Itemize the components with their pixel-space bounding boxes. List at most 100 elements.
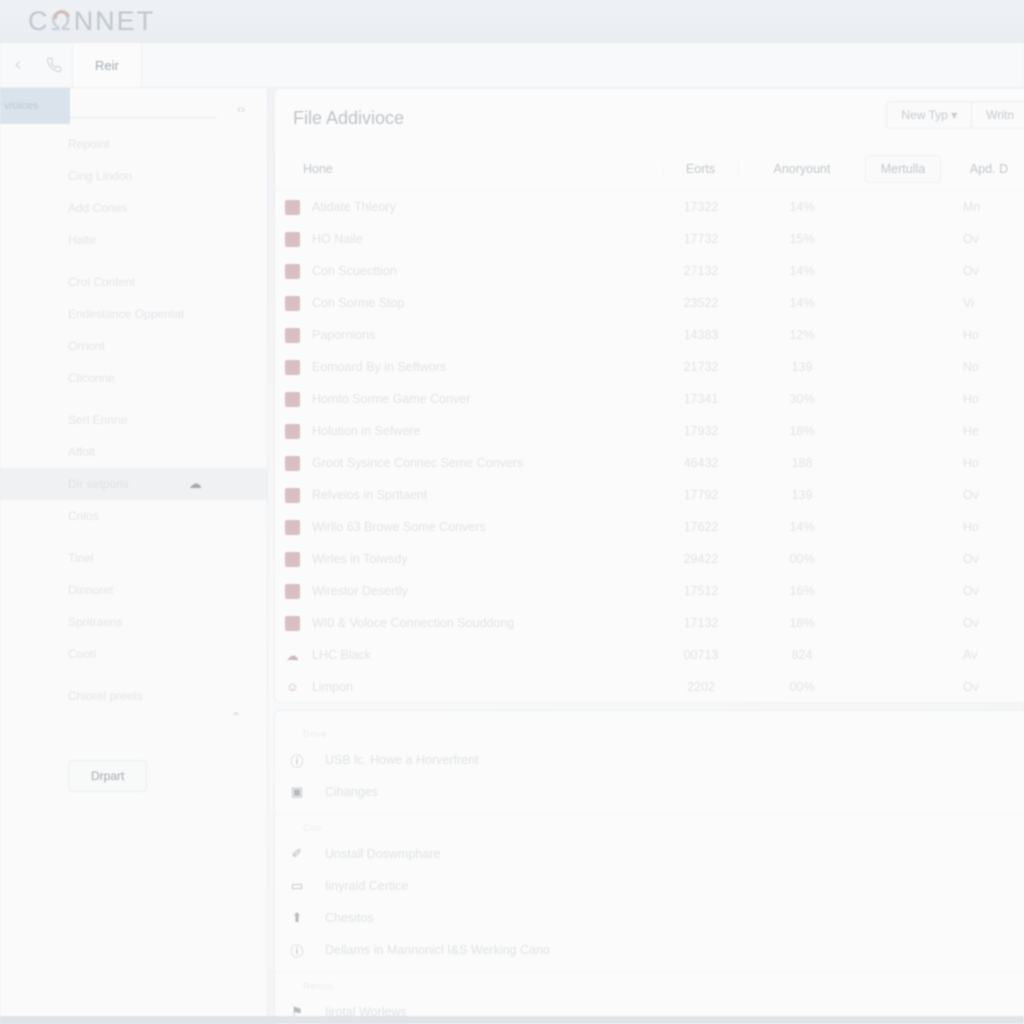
row-label: Limpon [312, 680, 353, 694]
color-swatch-icon [285, 327, 300, 343]
list-item-label: Cihanges [325, 785, 378, 799]
sidebar-item-12[interactable]: Tinel [0, 542, 267, 574]
write-button[interactable]: Writn [971, 101, 1024, 129]
table-row[interactable]: HO Naile 17732 15% Ov [275, 223, 1024, 255]
sidebar-selected-chip[interactable]: v/oices [0, 88, 70, 124]
list-sections: Dove ⓘ USB lc. Howe a Horverfrent ▣ Cihanges… [275, 721, 1024, 1024]
list-item[interactable]: ⬆ Chesitos [275, 902, 1024, 934]
sidebar-collapse-icon[interactable]: ‹› [237, 102, 245, 116]
color-swatch-icon [285, 423, 300, 439]
row-label: Eomoard By in Seftwors [312, 360, 447, 374]
chevron-up-icon[interactable]: ⌃ [231, 710, 241, 724]
sidebar-item-label: Serl Ennne [68, 413, 128, 427]
sidebar-item-label: Add Cones [68, 201, 128, 215]
table-row[interactable]: Wirllo 63 Browe Some Convers 17622 14% Ho [275, 511, 1024, 543]
cell-c2: 18% [789, 424, 815, 438]
table-row[interactable]: Papornions 14383 12% Ho [275, 319, 1024, 351]
list-item[interactable]: ✐ Unstall Doswmphare [275, 838, 1024, 870]
sidebar-item-label: Dir setporls [68, 477, 129, 491]
table-row[interactable]: Atidate Thleory 17322 14% Mn [275, 191, 1024, 223]
sidebar-item-11[interactable]: Cnlos [0, 500, 267, 532]
sidebar-item-16[interactable]: Chiorel preets [0, 680, 267, 712]
cell-c4: Ov [963, 552, 979, 566]
tab-reir[interactable]: Reir [72, 43, 142, 87]
sidebar: v/oices ‹› Repoint Cing Lindon Add Cones Ha… [0, 88, 268, 1024]
color-swatch-icon [285, 231, 300, 247]
sidebar-item-6[interactable]: Ornont [0, 330, 267, 362]
color-swatch-icon [285, 359, 300, 375]
column-header-apd-d[interactable]: Apd. D [941, 162, 1021, 176]
app-logo[interactable]: C Ω NNET [28, 6, 155, 37]
cell-c1: 2202 [687, 680, 715, 694]
cell-name: Con Scuecttion [275, 263, 663, 279]
cell-c1: 00713 [683, 648, 719, 662]
sidebar-item-1[interactable]: Cing Lindon [0, 160, 267, 192]
list-item[interactable]: ▣ Cihanges [275, 776, 1024, 808]
table-row[interactable]: Holution in Sefwere 17932 18% He [275, 415, 1024, 447]
app-window: C Ω NNET Reir v/oices ‹› Repoint Cing Li… [0, 0, 1024, 1024]
row-label: Groot Sysince Connec Seme Convers [312, 456, 524, 470]
table-row[interactable]: WI0 & Voloce Connection Souddong 17132 18%… [275, 607, 1024, 639]
table-row[interactable]: Eomoard By in Seftwors 21732 139 No [275, 351, 1024, 383]
cell-name: Eomoard By in Seftwors [275, 359, 663, 375]
cloud-icon: ☁ [286, 648, 299, 663]
table-row[interactable]: Wirestor Desertly 17512 16% Ov [275, 575, 1024, 607]
table-row[interactable]: ☁ LHC Black 00713 824 Av [275, 639, 1024, 671]
list-item[interactable]: ⓘ USB lc. Howe a Horverfrent [275, 744, 1024, 776]
sidebar-item-14[interactable]: Spritraens [0, 606, 267, 638]
table-row[interactable]: Homto Sorme Game Conver 17341 30% Ho [275, 383, 1024, 415]
table-row[interactable]: Groot Sysince Connec Seme Convers 46432 18… [275, 447, 1024, 479]
cell-c2: 15% [789, 232, 815, 246]
table-row[interactable]: Con Scuecttion 27132 14% Ov [275, 255, 1024, 287]
cell-c4: Ov [963, 616, 979, 630]
sidebar-item-8[interactable]: Serl Ennne [0, 404, 267, 436]
table-row[interactable]: Con Sorme Stop 23522 14% Vi [275, 287, 1024, 319]
sidebar-item-label: Repoint [68, 137, 110, 151]
row-label: Holution in Sefwere [312, 424, 421, 438]
cell-c4: Ho [963, 392, 979, 406]
pen-icon: ✐ [291, 846, 303, 861]
sidebar-selected-chip-label: v/oices [4, 100, 39, 112]
cell-c4: Ov [963, 488, 979, 502]
tab-label: Reir [95, 57, 119, 73]
cell-name: Homto Sorme Game Conver [275, 391, 663, 407]
cell-c1: 46432 [683, 456, 719, 470]
table-row[interactable]: ☺ Limpon 2202 00% Ov [275, 671, 1024, 702]
cell-c2: 00% [789, 680, 815, 694]
list-item-label: Unstall Doswmphare [325, 847, 441, 861]
sidebar-item-0[interactable]: Repoint [0, 128, 267, 160]
sidebar-item-7[interactable]: Cliconne [0, 362, 267, 394]
column-header-eorts[interactable]: Eorts [663, 161, 739, 176]
cell-c4: Ho [963, 456, 979, 470]
cell-c2: 139 [791, 488, 813, 502]
column-header-anoryount[interactable]: Anoryount [739, 162, 865, 176]
column-header-mertulla[interactable]: Mertulla [865, 154, 941, 183]
color-swatch-icon [285, 391, 300, 407]
depart-button[interactable]: Drpart [68, 760, 148, 792]
list-item[interactable]: ▭ Iinyrald Certice [275, 870, 1024, 902]
list-item-label: Iinyrald Certice [325, 879, 409, 893]
phone-icon[interactable] [36, 43, 72, 87]
table-row[interactable]: Relveios in Sprttaent 17792 139 Ov [275, 479, 1024, 511]
sidebar-item-2[interactable]: Add Cones [0, 192, 267, 224]
row-label: Con Sorme Stop [312, 296, 405, 310]
sidebar-item-9[interactable]: Affolt [0, 436, 267, 468]
column-header-name[interactable]: Hone [275, 161, 663, 176]
cell-c1: 17792 [683, 488, 719, 502]
list-item[interactable]: ⓘ Dellams in Mannonicl I&S Werking Cano [275, 934, 1024, 966]
cloud-icon: ☁ [188, 476, 202, 491]
sidebar-item-4[interactable]: Crol Content [0, 266, 267, 298]
cell-c4: Ov [963, 264, 979, 278]
sidebar-item-3[interactable]: Halte [0, 224, 267, 256]
brand-bar: C Ω NNET [0, 0, 1024, 43]
sidebar-item-10[interactable]: Dir setporls ☁ [0, 468, 267, 500]
main-content: File Addivioce New Typ ▾ Writn Hone Eort… [270, 88, 1024, 1024]
sidebar-search-input[interactable] [68, 102, 217, 118]
sidebar-item-13[interactable]: Dinnoret [0, 574, 267, 606]
back-icon[interactable] [0, 43, 36, 87]
cell-name: Wirestor Desertly [275, 583, 663, 599]
sidebar-item-5[interactable]: Endestance Oppentat [0, 298, 267, 330]
sidebar-item-15[interactable]: Cootl [0, 638, 267, 670]
table-row[interactable]: Wirles in Toiwsdy 29422 00% Ov [275, 543, 1024, 575]
new-type-dropdown[interactable]: New Typ ▾ [886, 101, 973, 129]
